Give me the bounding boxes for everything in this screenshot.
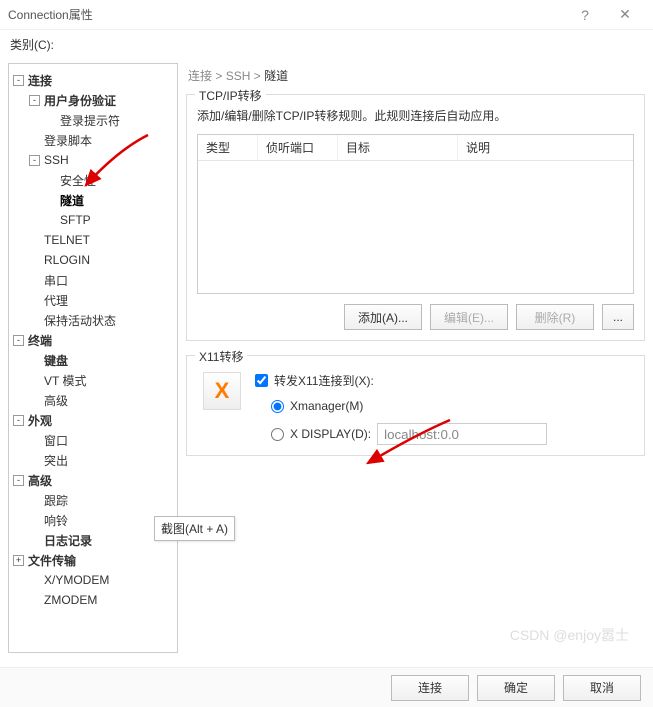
more-button[interactable]: ... (602, 304, 634, 330)
tree-label: 终端 (28, 332, 52, 349)
tree-item-高级[interactable]: 高级 (13, 390, 173, 410)
x11-title: X11转移 (195, 348, 247, 365)
tree-label: 外观 (28, 412, 52, 429)
xdisplay-radio[interactable] (271, 428, 284, 441)
crumb-c: 隧道 (264, 69, 288, 83)
tree-toggle-icon[interactable]: - (29, 95, 40, 106)
screenshot-tooltip: 截图(Alt + A) (154, 516, 235, 541)
tree-item-隧道[interactable]: 隧道 (13, 190, 173, 210)
edit-button: 编辑(E)... (430, 304, 508, 330)
tree-toggle-icon[interactable]: - (13, 75, 24, 86)
tree-label: 跟踪 (44, 492, 68, 509)
col-target[interactable]: 目标 (338, 135, 458, 160)
col-desc[interactable]: 说明 (458, 135, 633, 160)
tree-toggle-icon[interactable]: - (13, 335, 24, 346)
tree-item-登录脚本[interactable]: 登录脚本 (13, 130, 173, 150)
tree-label: 代理 (44, 292, 68, 309)
tree-label: 窗口 (44, 432, 68, 449)
tree-toggle-icon[interactable]: - (13, 475, 24, 486)
tree-label: 高级 (28, 472, 52, 489)
crumb-b[interactable]: SSH (226, 69, 251, 83)
tree-label: SFTP (60, 213, 91, 227)
add-button[interactable]: 添加(A)... (344, 304, 422, 330)
tree-item-键盘[interactable]: 键盘 (13, 350, 173, 370)
tree-item-SFTP[interactable]: SFTP (13, 210, 173, 230)
tree-label: 日志记录 (44, 532, 92, 549)
tree-label: 保持活动状态 (44, 312, 116, 329)
crumb-a[interactable]: 连接 (188, 69, 212, 83)
tree-item-保持活动状态[interactable]: 保持活动状态 (13, 310, 173, 330)
tree-label: 响铃 (44, 512, 68, 529)
tree-label: 文件传输 (28, 552, 76, 569)
tree-item-突出[interactable]: 突出 (13, 450, 173, 470)
tree-label: 登录提示符 (60, 112, 120, 129)
xmanager-icon: X (203, 372, 241, 410)
dialog-footer: 连接 确定 取消 (0, 667, 653, 707)
tree-label: TELNET (44, 233, 90, 247)
tree-item-终端[interactable]: -终端 (13, 330, 173, 350)
tree-item-跟踪[interactable]: 跟踪 (13, 490, 173, 510)
connect-button[interactable]: 连接 (391, 675, 469, 701)
x11-group: X11转移 X 转发X11连接到(X): Xmanager(M) X DISPL… (186, 355, 645, 456)
remove-button: 删除(R) (516, 304, 594, 330)
tree-item-外观[interactable]: -外观 (13, 410, 173, 430)
close-button[interactable]: ✕ (605, 6, 645, 23)
tree-label: SSH (44, 153, 69, 167)
tree-item-串口[interactable]: 串口 (13, 270, 173, 290)
xmanager-radio[interactable] (271, 400, 284, 413)
tree-label: 高级 (44, 392, 68, 409)
tree-label: ZMODEM (44, 593, 97, 607)
tree-item-代理[interactable]: 代理 (13, 290, 173, 310)
tree-item-RLOGIN[interactable]: RLOGIN (13, 250, 173, 270)
tree-item-安全性[interactable]: 安全性 (13, 170, 173, 190)
tree-item-用户身份验证[interactable]: -用户身份验证 (13, 90, 173, 110)
tree-item-响铃[interactable]: 响铃 (13, 510, 173, 530)
tree-item-X/YMODEM[interactable]: X/YMODEM (13, 570, 173, 590)
tree-item-窗口[interactable]: 窗口 (13, 430, 173, 450)
tree-label: RLOGIN (44, 253, 90, 267)
tree-label: X/YMODEM (44, 573, 109, 587)
tree-item-TELNET[interactable]: TELNET (13, 230, 173, 250)
window-title: Connection属性 (8, 6, 565, 23)
forward-x11-label: 转发X11连接到(X): (274, 372, 374, 389)
tree-label: 串口 (44, 272, 68, 289)
help-button[interactable]: ? (565, 7, 605, 23)
ok-button[interactable]: 确定 (477, 675, 555, 701)
tree-toggle-icon[interactable]: - (29, 155, 40, 166)
tcpip-group: TCP/IP转移 添加/编辑/删除TCP/IP转移规则。此规则连接后自动应用。 … (186, 94, 645, 341)
tree-label: VT 模式 (44, 372, 86, 389)
cancel-button[interactable]: 取消 (563, 675, 641, 701)
tcpip-desc: 添加/编辑/删除TCP/IP转移规则。此规则连接后自动应用。 (197, 107, 634, 124)
category-label: 类别(C): (10, 36, 653, 53)
tree-toggle-icon[interactable]: - (13, 415, 24, 426)
tree-label: 连接 (28, 72, 52, 89)
tree-toggle-icon[interactable]: + (13, 555, 24, 566)
tree-item-SSH[interactable]: -SSH (13, 150, 173, 170)
tree-item-连接[interactable]: -连接 (13, 70, 173, 90)
forward-x11-checkbox[interactable] (255, 374, 268, 387)
tree-label: 安全性 (60, 172, 96, 189)
tcpip-title: TCP/IP转移 (195, 87, 266, 104)
titlebar: Connection属性 ? ✕ (0, 0, 653, 30)
category-tree[interactable]: -连接-用户身份验证登录提示符登录脚本-SSH安全性隧道SFTPTELNETRL… (8, 63, 178, 653)
tree-item-高级[interactable]: -高级 (13, 470, 173, 490)
tree-item-登录提示符[interactable]: 登录提示符 (13, 110, 173, 130)
xdisplay-label: X DISPLAY(D): (290, 427, 371, 441)
tree-label: 登录脚本 (44, 132, 92, 149)
col-type[interactable]: 类型 (198, 135, 258, 160)
tree-item-ZMODEM[interactable]: ZMODEM (13, 590, 173, 610)
col-port[interactable]: 侦听端口 (258, 135, 338, 160)
tree-item-文件传输[interactable]: + 文件传输 (13, 550, 173, 570)
xmanager-label: Xmanager(M) (290, 399, 363, 413)
tree-item-VT 模式[interactable]: VT 模式 (13, 370, 173, 390)
tree-label: 突出 (44, 452, 68, 469)
tree-item-日志记录[interactable]: 日志记录 (13, 530, 173, 550)
xdisplay-input[interactable] (377, 423, 547, 445)
tree-label: 键盘 (44, 352, 68, 369)
tree-label: 隧道 (60, 192, 84, 209)
tcpip-grid[interactable]: 类型 侦听端口 目标 说明 (197, 134, 634, 294)
tree-label: 用户身份验证 (44, 92, 116, 109)
